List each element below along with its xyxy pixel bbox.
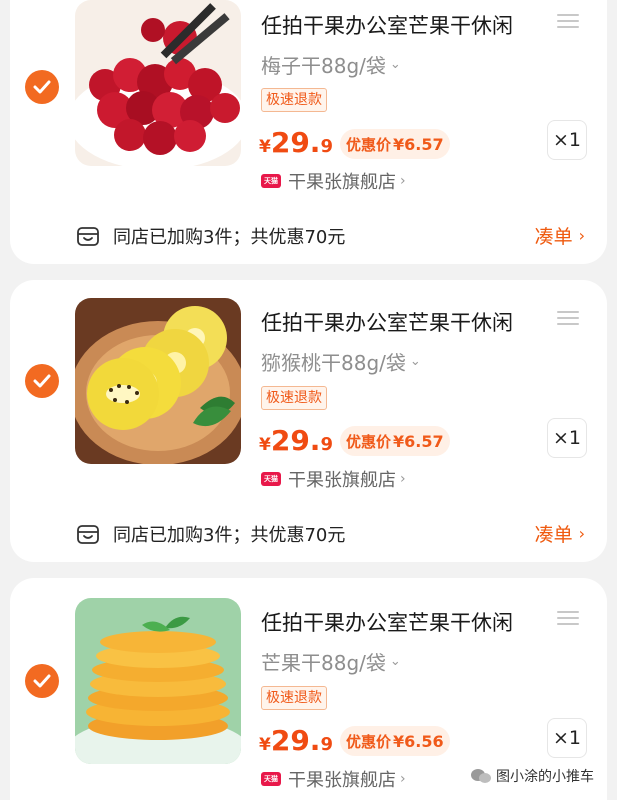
shopping-bag-icon xyxy=(77,227,99,246)
fast-refund-tag: 极速退款 xyxy=(261,686,327,710)
variant-selector[interactable]: 芒果干88g/袋 ⌄ xyxy=(261,647,401,676)
dried-plum-image xyxy=(75,0,241,166)
cart-page: 任拍干果办公室芒果干休闲 梅子干88g/袋 ⌄ 极速退款 ¥ 29. 9 优惠价… xyxy=(0,0,617,800)
dried-kiwi-image xyxy=(75,298,241,464)
check-icon xyxy=(33,374,51,388)
store-name: 干果张旗舰店 xyxy=(288,172,396,193)
store-link[interactable]: 天猫 干果张旗舰店 › xyxy=(261,168,406,194)
promo-label: 优惠价 xyxy=(346,432,392,451)
promo-value: ¥6.57 xyxy=(393,134,444,154)
cart-item-card: 任拍干果办公室芒果干休闲 梅子干88g/袋 ⌄ 极速退款 ¥ 29. 9 优惠价… xyxy=(10,0,607,264)
chevron-right-icon: › xyxy=(578,524,585,543)
promo-value: ¥6.57 xyxy=(393,431,444,451)
chevron-right-icon: › xyxy=(400,173,406,189)
item-checkbox-checked[interactable] xyxy=(25,664,59,698)
watermark: 图小涂的小推车 xyxy=(466,764,598,788)
tmall-badge-icon: 天猫 xyxy=(261,772,281,786)
menu-icon[interactable] xyxy=(557,14,579,30)
cart-item-card: 任拍干果办公室芒果干休闲 猕猴桃干88g/袋 ⌄ 极速退款 ¥ 29. 9 优惠… xyxy=(10,280,607,562)
check-icon xyxy=(33,80,51,94)
variant-label: 梅子干88g/袋 xyxy=(261,54,386,78)
variant-label: 猕猴桃干88g/袋 xyxy=(261,351,406,375)
price-integer: 29. xyxy=(270,424,321,457)
product-thumbnail-kiwi[interactable] xyxy=(75,298,241,464)
price-decimal: 9 xyxy=(320,434,333,455)
price-integer: 29. xyxy=(270,126,321,159)
price-currency: ¥ xyxy=(259,735,271,755)
fast-refund-tag: 极速退款 xyxy=(261,88,327,112)
bundle-info: 同店已加购3件；共优惠70元 xyxy=(76,521,345,547)
chevron-right-icon: › xyxy=(578,226,585,245)
add-on-button[interactable]: 凑单 › xyxy=(535,520,585,547)
check-icon xyxy=(33,674,51,688)
product-title[interactable]: 任拍干果办公室芒果干休闲 xyxy=(261,10,546,40)
quantity-button[interactable]: ×1 xyxy=(547,418,587,458)
bundle-text: 同店已加购3件；共优惠70元 xyxy=(113,227,346,248)
item-checkbox-checked[interactable] xyxy=(25,364,59,398)
promo-price-badge: 优惠价 ¥6.56 xyxy=(340,726,450,756)
chevron-down-icon: ⌄ xyxy=(389,57,401,72)
bundle-info: 同店已加购3件；共优惠70元 xyxy=(76,223,345,249)
quantity-button[interactable]: ×1 xyxy=(547,120,587,160)
product-title[interactable]: 任拍干果办公室芒果干休闲 xyxy=(261,607,546,637)
store-name: 干果张旗舰店 xyxy=(288,770,396,791)
add-on-button[interactable]: 凑单 › xyxy=(535,222,585,249)
watermark-text: 图小涂的小推车 xyxy=(496,769,594,785)
store-link[interactable]: 天猫 干果张旗舰店 › xyxy=(261,766,406,792)
chevron-right-icon: › xyxy=(400,771,406,787)
price-currency: ¥ xyxy=(259,435,271,455)
add-on-label: 凑单 xyxy=(534,524,573,546)
price: ¥ 29. 9 xyxy=(259,126,333,159)
variant-selector[interactable]: 猕猴桃干88g/袋 ⌄ xyxy=(261,347,421,376)
promo-price-badge: 优惠价 ¥6.57 xyxy=(340,129,450,159)
price-currency: ¥ xyxy=(259,137,271,157)
tmall-badge-icon: 天猫 xyxy=(261,174,281,188)
price: ¥ 29. 9 xyxy=(259,724,333,757)
price-integer: 29. xyxy=(270,724,321,757)
store-name: 干果张旗舰店 xyxy=(288,470,396,491)
promo-label: 优惠价 xyxy=(346,732,392,751)
dried-mango-image xyxy=(75,598,241,764)
bundle-text: 同店已加购3件；共优惠70元 xyxy=(113,525,346,546)
variant-label: 芒果干88g/袋 xyxy=(261,651,386,675)
product-thumbnail-plum[interactable] xyxy=(75,0,241,166)
product-thumbnail-mango[interactable] xyxy=(75,598,241,764)
tmall-badge-icon: 天猫 xyxy=(261,472,281,486)
price-decimal: 9 xyxy=(320,136,333,157)
promo-label: 优惠价 xyxy=(346,135,392,154)
store-link[interactable]: 天猫 干果张旗舰店 › xyxy=(261,466,406,492)
variant-selector[interactable]: 梅子干88g/袋 ⌄ xyxy=(261,50,401,79)
product-title[interactable]: 任拍干果办公室芒果干休闲 xyxy=(261,307,546,337)
shopping-bag-icon xyxy=(77,525,99,544)
chevron-right-icon: › xyxy=(400,471,406,487)
promo-value: ¥6.56 xyxy=(393,731,444,751)
wechat-icon xyxy=(471,769,491,783)
price: ¥ 29. 9 xyxy=(259,424,333,457)
chevron-down-icon: ⌄ xyxy=(409,354,421,369)
chevron-down-icon: ⌄ xyxy=(389,654,401,669)
price-decimal: 9 xyxy=(320,734,333,755)
add-on-label: 凑单 xyxy=(534,226,573,248)
menu-icon[interactable] xyxy=(557,611,579,627)
quantity-button[interactable]: ×1 xyxy=(547,718,587,758)
promo-price-badge: 优惠价 ¥6.57 xyxy=(340,426,450,456)
menu-icon[interactable] xyxy=(557,311,579,327)
fast-refund-tag: 极速退款 xyxy=(261,386,327,410)
item-checkbox-checked[interactable] xyxy=(25,70,59,104)
